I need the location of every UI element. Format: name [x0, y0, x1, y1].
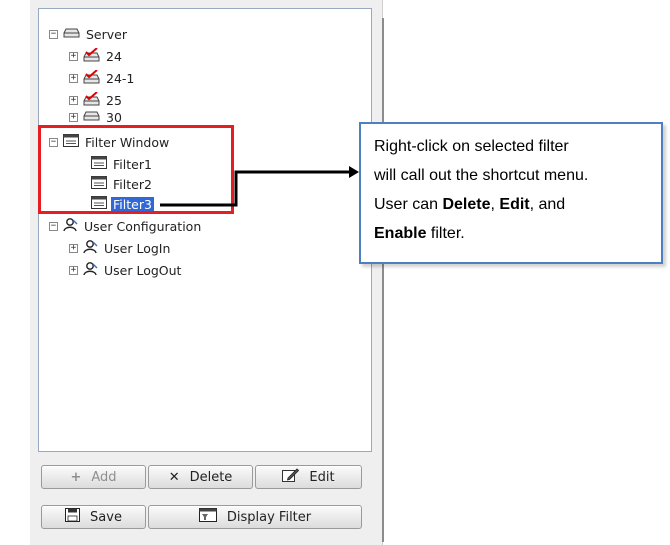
tree-label: 30 [106, 111, 122, 123]
server-checked-icon [83, 68, 100, 87]
save-button[interactable]: Save [41, 505, 146, 529]
add-button[interactable]: + Add [41, 465, 146, 489]
edit-icon [282, 467, 300, 487]
display-filter-button-label: Display Filter [226, 509, 312, 525]
callout-line-4: Enable filter. [374, 219, 651, 248]
callout-enable-word: Enable [374, 225, 427, 242]
expand-toggle[interactable]: + [69, 243, 78, 253]
expand-toggle[interactable]: + [69, 265, 78, 275]
server-icon [63, 27, 80, 42]
expand-toggle[interactable]: + [69, 95, 78, 105]
tree-node-server[interactable]: − Server [49, 25, 129, 43]
users-icon [63, 217, 78, 235]
callout-note: Right-click on selected filter will call… [359, 122, 663, 264]
callout-delete-word: Delete [442, 196, 491, 213]
delete-button-label: Delete [189, 469, 233, 485]
save-icon [65, 508, 81, 526]
tree-label: Server [86, 26, 127, 42]
collapse-toggle[interactable]: − [49, 29, 58, 39]
callout-line-2: will call out the shortcut menu. [374, 167, 589, 184]
collapse-toggle[interactable]: − [49, 221, 58, 231]
add-button-label: Add [91, 469, 117, 485]
server-tree[interactable]: − Server + 24 + 24-1 + 25 + 30 − Filter … [38, 8, 372, 452]
user-icon [83, 239, 98, 257]
filter-window-highlight [38, 125, 234, 214]
delete-button[interactable]: ✕ Delete [148, 465, 253, 489]
edit-button[interactable]: Edit [255, 465, 362, 489]
tree-node-user-configuration[interactable]: − User Configuration [49, 217, 203, 235]
server-checked-icon [83, 46, 100, 65]
expand-toggle[interactable]: + [69, 51, 78, 61]
expand-toggle[interactable]: + [69, 73, 78, 83]
callout-line-1: Right-click on selected filter [374, 138, 569, 155]
callout-line-3: User can Delete, Edit, and [374, 190, 651, 219]
display-filter-button[interactable]: Display Filter [148, 505, 362, 529]
server-checked-icon [83, 90, 100, 109]
plus-icon: + [70, 469, 82, 485]
tree-label: 24-1 [106, 70, 135, 86]
panel-divider [382, 18, 384, 542]
tree-node-server-25[interactable]: + 25 [69, 90, 124, 109]
tree-label: User LogOut [104, 262, 182, 278]
server-icon [83, 111, 100, 123]
tree-label: User LogIn [104, 240, 171, 256]
display-filter-icon [198, 508, 217, 526]
tree-node-user-login[interactable]: + User LogIn [69, 239, 172, 257]
user-icon [83, 261, 98, 279]
save-button-label: Save [90, 509, 122, 525]
callout-text: , and [529, 196, 566, 213]
expand-toggle[interactable]: + [69, 112, 78, 122]
tree-label: 24 [106, 48, 122, 64]
tree-label: 25 [106, 92, 122, 108]
callout-text: filter. [426, 225, 465, 242]
callout-edit-word: Edit [499, 196, 530, 213]
callout-text: User can [374, 196, 443, 213]
tree-node-server-30[interactable]: + 30 [69, 111, 124, 123]
tree-node-server-24-1[interactable]: + 24-1 [69, 68, 136, 87]
delete-icon: ✕ [168, 469, 180, 485]
edit-button-label: Edit [309, 469, 335, 485]
tree-label: User Configuration [84, 218, 202, 234]
tree-node-user-logout[interactable]: + User LogOut [69, 261, 183, 279]
tree-node-server-24[interactable]: + 24 [69, 46, 124, 65]
filter-panel: − Server + 24 + 24-1 + 25 + 30 − Filter … [30, 0, 383, 545]
